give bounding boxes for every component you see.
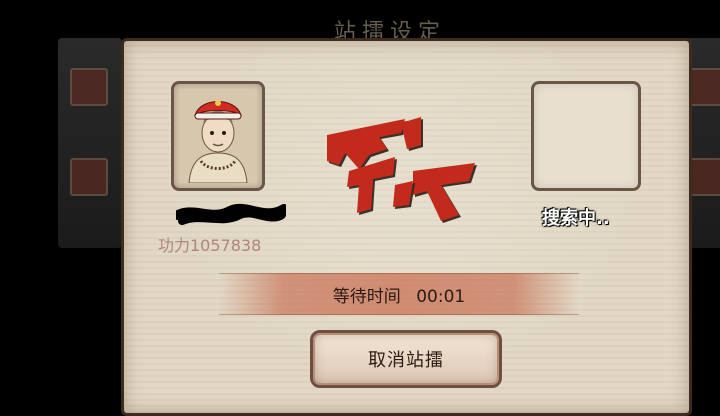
cancel-match-label: 取消站擂 (368, 350, 444, 371)
background-left-panel (58, 38, 122, 248)
vs-emblem: 对决 (309, 93, 499, 241)
player-avatar-frame[interactable] (171, 81, 265, 191)
background-badge-icon (70, 68, 108, 106)
cancel-match-button[interactable]: 取消站擂 (310, 330, 502, 388)
vs-emblem-icon: 对决 (309, 93, 475, 221)
waiting-timer-text: 等待时间 00:01 (219, 282, 579, 307)
background-badge-icon (70, 158, 108, 196)
player-name (173, 201, 289, 225)
match-dialog: 功力1057838 对决 搜索中.. 等待时间 00:01 取消站擂 (121, 38, 692, 416)
waiting-timer-label: 等待时间 (332, 287, 401, 307)
opponent-status: 搜索中.. (542, 208, 610, 229)
redaction-scribble (173, 203, 289, 225)
monk-avatar-icon (179, 89, 257, 183)
opponent-avatar-frame (531, 81, 641, 191)
vs-text: 对决 (309, 93, 341, 97)
waiting-timer-bar: 等待时间 00:01 (219, 273, 579, 315)
player-power: 功力1057838 (158, 236, 262, 255)
waiting-timer-value: 00:01 (416, 287, 466, 307)
